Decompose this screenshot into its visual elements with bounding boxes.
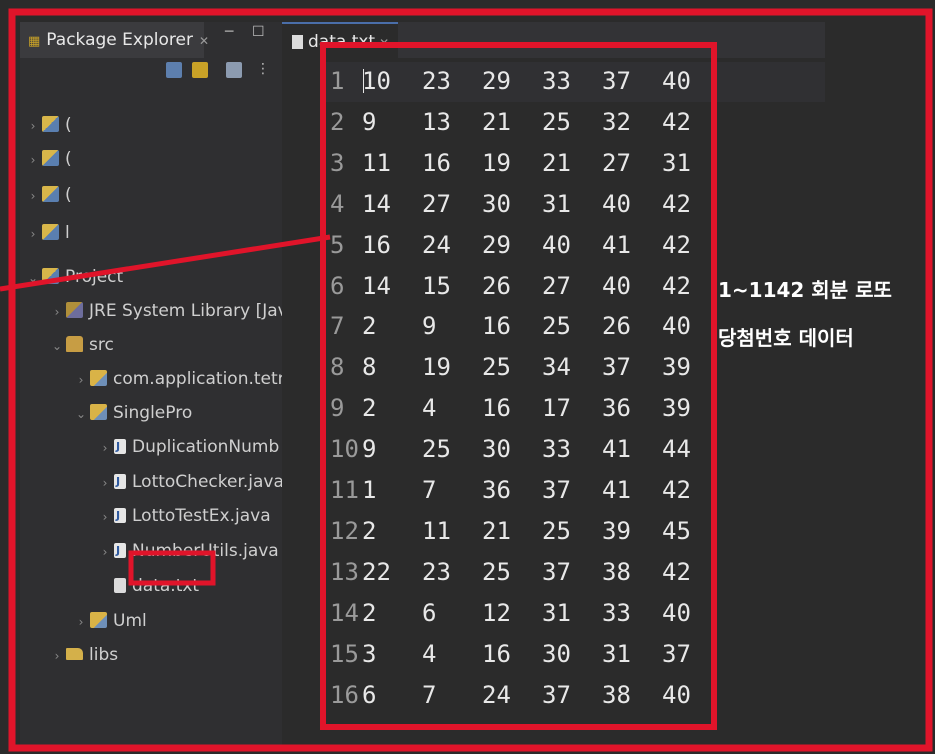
annotation-line-2: 당첨번호 데이터 [718,326,854,350]
pointer-line [0,234,331,292]
data-highlight-box [320,42,717,730]
annotation-caption: 1~1142 회분 로또 당첨번호 데이터 [718,266,892,362]
file-highlight-box [128,550,216,586]
annotation-line-1: 1~1142 회분 로또 [718,278,892,302]
outer-highlight-box [8,8,933,752]
annotation-overlay [0,8,933,752]
